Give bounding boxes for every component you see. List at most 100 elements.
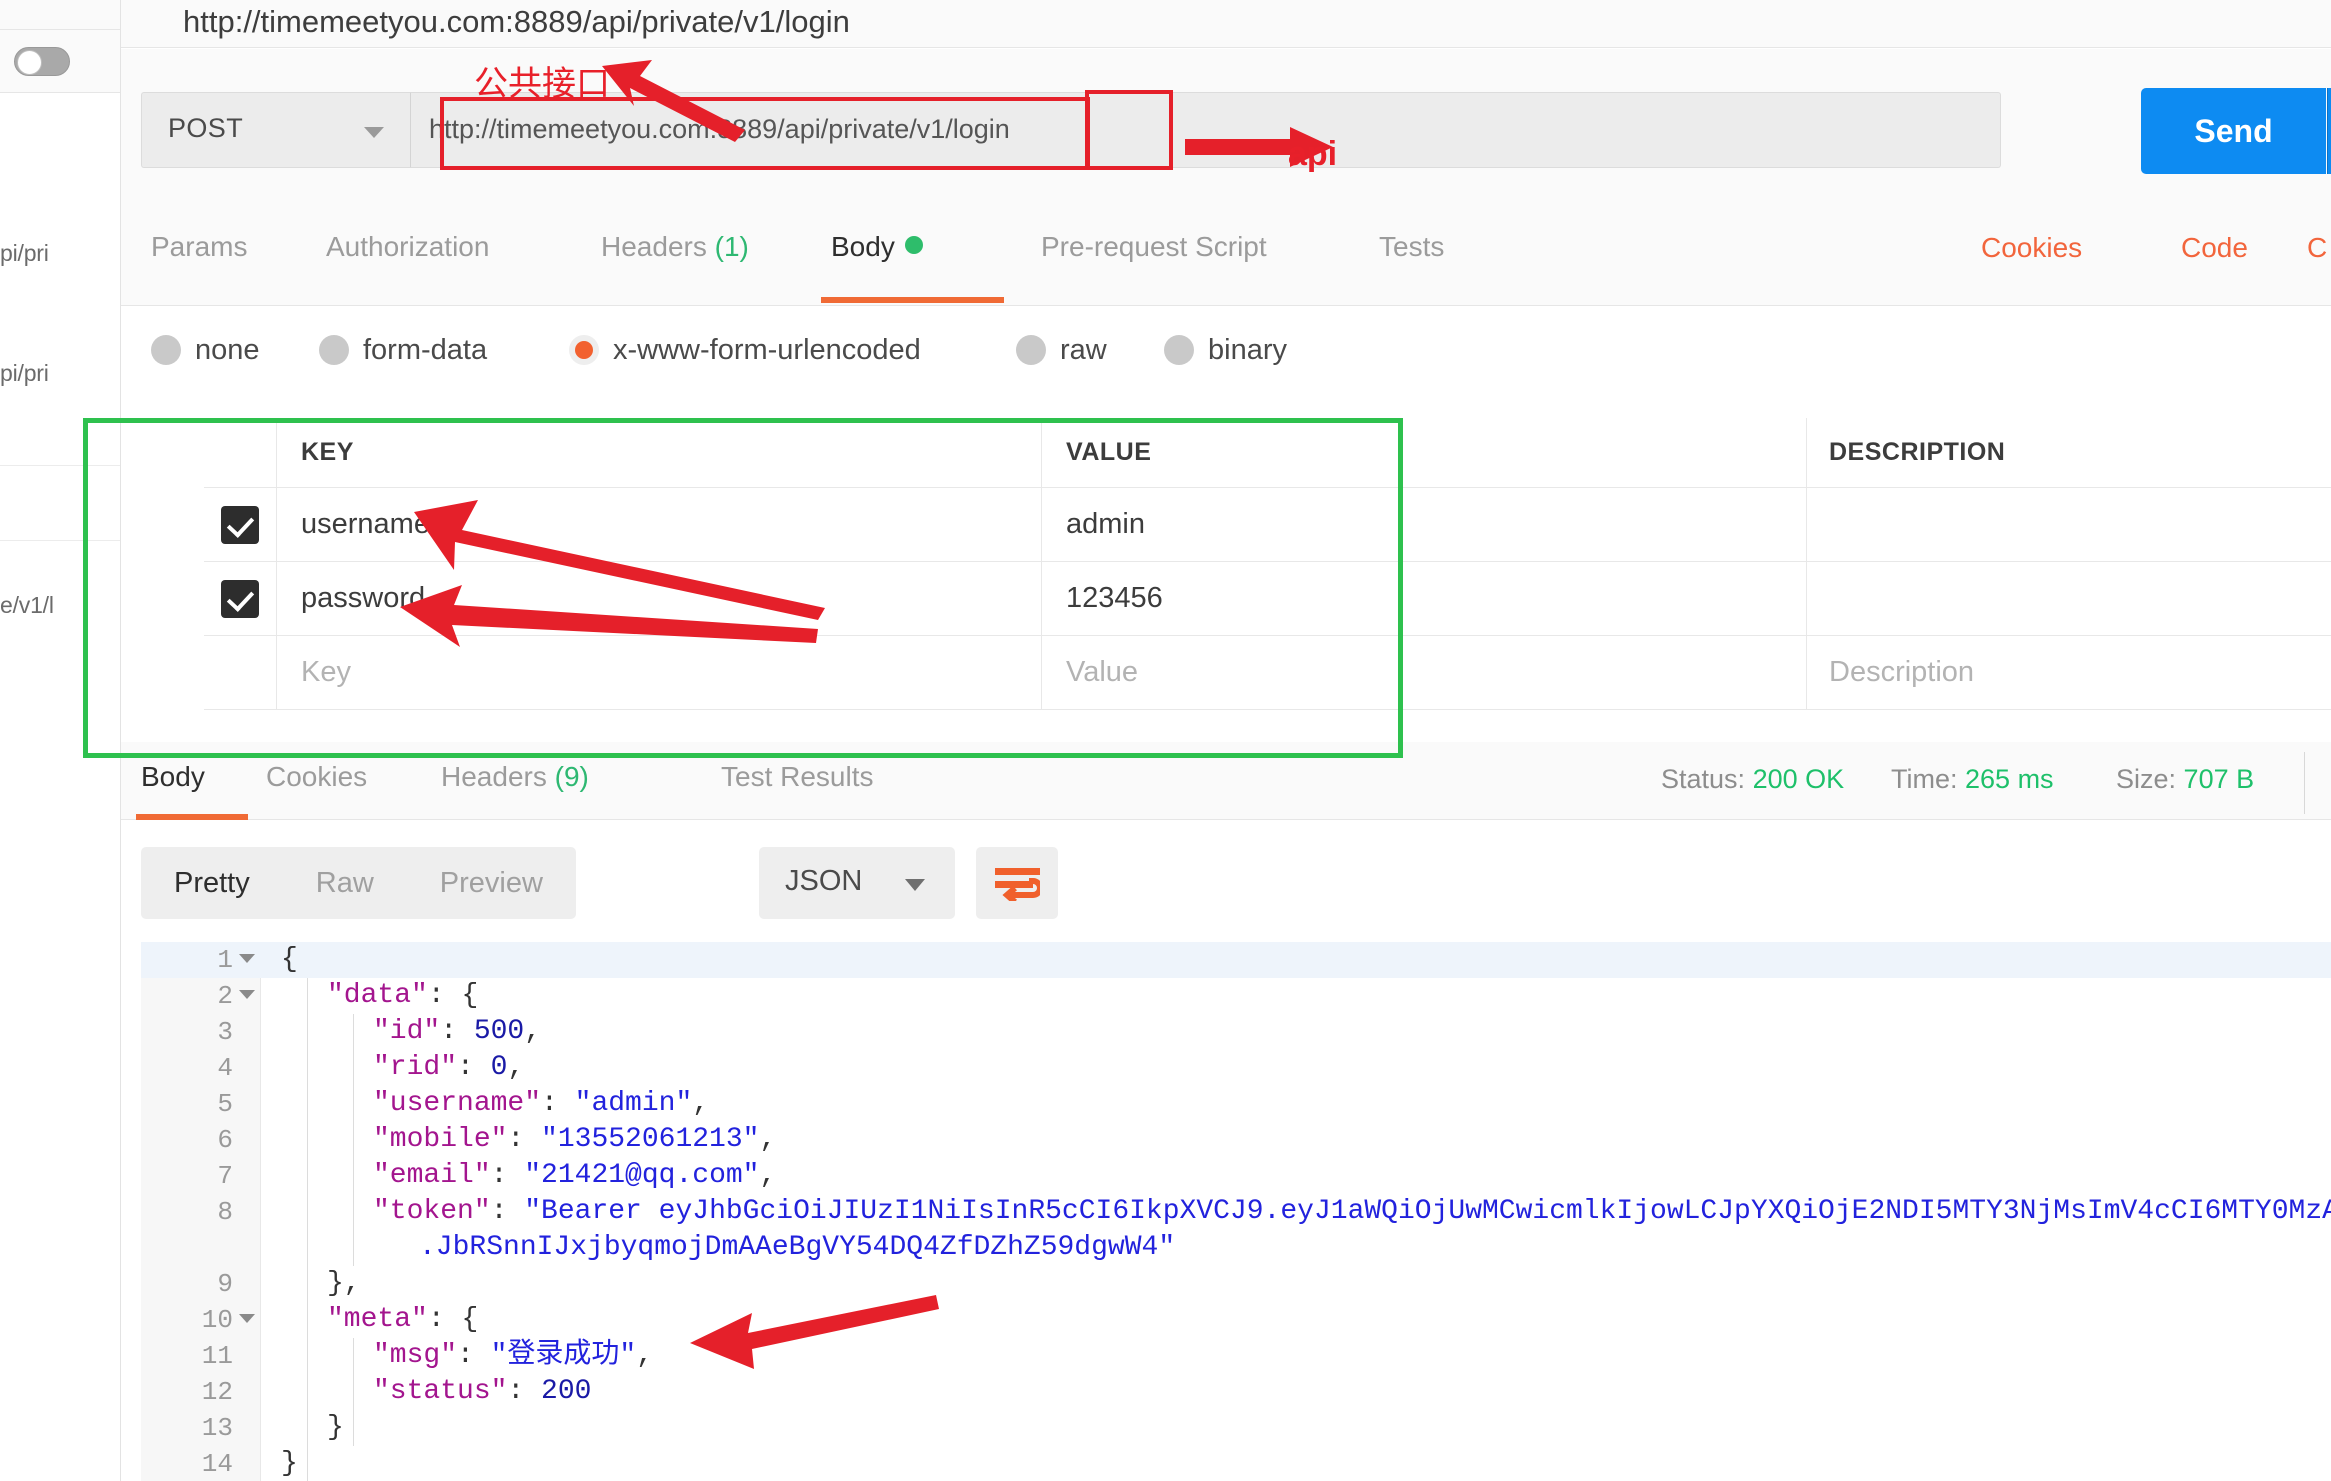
fold-toggle-icon[interactable]: [239, 990, 255, 999]
sidebar: pi/pri pi/pri e/v1/l: [0, 0, 121, 1481]
code-lines[interactable]: 1{2 "data": {3 "id": 500, 4 "rid": 0, 5 "usern…: [141, 942, 2331, 1481]
code-text: "email": "21421@qq.com",: [373, 1160, 777, 1191]
response-body-code[interactable]: 1{2 "data": {3 "id": 500, 4 "rid": 0, 5 "usern…: [121, 942, 2331, 1481]
code-line: 2 "data": {: [141, 978, 2331, 1014]
url-row: POST http://timemeetyou.com:8889/api/pri…: [121, 49, 2331, 194]
checkbox-checked-icon[interactable]: [221, 505, 259, 544]
row-key-cell[interactable]: username: [277, 488, 1042, 561]
fold-toggle-icon[interactable]: [239, 954, 255, 963]
code-line: 8 "token": "Bearer eyJhbGciOiJIUzI1NiIsIn…: [141, 1194, 2331, 1230]
sidebar-divider: [0, 465, 120, 466]
url-input[interactable]: http://timemeetyou.com:8889/api/private/…: [411, 92, 2001, 168]
sidebar-toggle-row[interactable]: [0, 30, 120, 93]
view-pretty-button[interactable]: Pretty: [141, 847, 283, 919]
sidebar-toggle-switch[interactable]: [14, 47, 70, 76]
radio-none-label: none: [195, 334, 260, 366]
line-number: 6: [217, 1125, 233, 1155]
row-checkbox-cell[interactable]: [204, 488, 277, 561]
line-number: 12: [201, 1377, 233, 1407]
new-key-input[interactable]: Key: [277, 636, 1042, 709]
new-value-input[interactable]: Value: [1042, 636, 1807, 709]
request-title-bar: http://timemeetyou.com:8889/api/private/…: [121, 0, 2331, 48]
radio-form-data[interactable]: form-data: [319, 334, 487, 367]
line-number: 4: [217, 1053, 233, 1083]
sidebar-item-2[interactable]: e/v1/l: [0, 592, 120, 619]
response-tab-cookies[interactable]: Cookies: [266, 761, 367, 793]
table-row[interactable]: password 123456: [204, 562, 2331, 636]
body-params-table: KEY VALUE DESCRIPTION ••• username admin…: [204, 418, 2331, 710]
row-checkbox-cell[interactable]: [204, 636, 277, 709]
size-meta: Size: 707 B: [2116, 764, 2254, 795]
view-preview-button[interactable]: Preview: [407, 847, 576, 919]
response-view-segmented: Pretty Raw Preview: [141, 847, 576, 919]
line-number: 9: [217, 1269, 233, 1299]
response-tab-headers[interactable]: Headers (9): [441, 761, 589, 793]
sidebar-item-1[interactable]: pi/pri: [0, 360, 120, 387]
response-meta-divider: [2304, 752, 2305, 814]
table-row-empty[interactable]: Key Value Description: [204, 636, 2331, 710]
header-check-cell: [204, 418, 277, 487]
row-checkbox-cell[interactable]: [204, 562, 277, 635]
tab-body-label: Body: [831, 231, 895, 262]
tab-headers[interactable]: Headers (1): [601, 231, 749, 263]
size-value: 707 B: [2183, 764, 2255, 794]
status-meta: Status: 200 OK: [1661, 764, 1844, 795]
radio-x-www-form-urlencoded[interactable]: x-www-form-urlencoded: [569, 334, 921, 367]
tab-params[interactable]: Params: [151, 231, 247, 263]
radio-raw-label: raw: [1060, 334, 1107, 366]
sidebar-item-0[interactable]: pi/pri: [0, 240, 120, 267]
tab-body[interactable]: Body: [831, 231, 923, 263]
tab-tests[interactable]: Tests: [1379, 231, 1444, 263]
response-format-label: JSON: [785, 865, 863, 897]
time-value: 265 ms: [1965, 764, 2054, 794]
code-line: 11 "msg": "登录成功",: [141, 1338, 2331, 1374]
wrap-lines-button[interactable]: [976, 847, 1058, 919]
code-line: 10 "meta": {: [141, 1302, 2331, 1338]
sidebar-top-strip: [0, 0, 120, 30]
line-number: 5: [217, 1089, 233, 1119]
row-description-cell[interactable]: [1807, 562, 2331, 635]
code-link[interactable]: Code: [2181, 232, 2248, 264]
row-value-cell[interactable]: admin: [1042, 488, 1807, 561]
send-options-button[interactable]: [2327, 88, 2331, 174]
radio-selected-icon: [569, 335, 599, 365]
code-text: "mobile": "13552061213",: [373, 1124, 777, 1155]
http-method-select[interactable]: POST: [141, 92, 411, 168]
send-button-label: Send: [2194, 112, 2273, 149]
row-value-cell[interactable]: 123456: [1042, 562, 1807, 635]
new-description-input[interactable]: Description: [1807, 636, 2331, 709]
row-description-cell[interactable]: [1807, 488, 2331, 561]
radio-none[interactable]: none: [151, 334, 260, 367]
tab-pre-request-script[interactable]: Pre-request Script: [1041, 231, 1267, 263]
status-value: 200 OK: [1752, 764, 1845, 794]
code-line: 6 "mobile": "13552061213",: [141, 1122, 2331, 1158]
cookies-link[interactable]: Cookies: [1981, 232, 2082, 264]
response-tab-test-results[interactable]: Test Results: [721, 761, 874, 793]
response-tab-headers-label: Headers: [441, 761, 547, 792]
fold-toggle-icon[interactable]: [239, 1314, 255, 1323]
table-row[interactable]: username admin: [204, 488, 2331, 562]
row-key-cell[interactable]: password: [277, 562, 1042, 635]
code-line: 3 "id": 500,: [141, 1014, 2331, 1050]
checkbox-checked-icon[interactable]: [221, 579, 259, 618]
code-text: "id": 500,: [373, 1016, 542, 1047]
chevron-down-icon: [905, 879, 925, 891]
indent-guide: [353, 1338, 354, 1446]
response-format-select[interactable]: JSON: [759, 847, 955, 919]
view-raw-button[interactable]: Raw: [283, 847, 407, 919]
line-number: 2: [217, 981, 233, 1011]
postman-window: pi/pri pi/pri e/v1/l http://timemeetyou.…: [0, 0, 2331, 1481]
response-tab-body[interactable]: Body: [141, 761, 205, 793]
tab-authorization[interactable]: Authorization: [326, 231, 489, 263]
time-label: Time:: [1891, 764, 1958, 794]
radio-raw[interactable]: raw: [1016, 334, 1107, 367]
main-panel: http://timemeetyou.com:8889/api/private/…: [121, 0, 2331, 1481]
comments-link[interactable]: C: [2307, 232, 2327, 264]
send-button[interactable]: Send: [2141, 88, 2326, 174]
radio-icon: [1164, 335, 1194, 365]
radio-binary[interactable]: binary: [1164, 334, 1287, 367]
code-text: "meta": {: [327, 1304, 479, 1335]
header-value-cell: VALUE: [1042, 418, 1807, 487]
chevron-down-icon: [364, 127, 384, 138]
active-tab-indicator: [821, 297, 1004, 303]
